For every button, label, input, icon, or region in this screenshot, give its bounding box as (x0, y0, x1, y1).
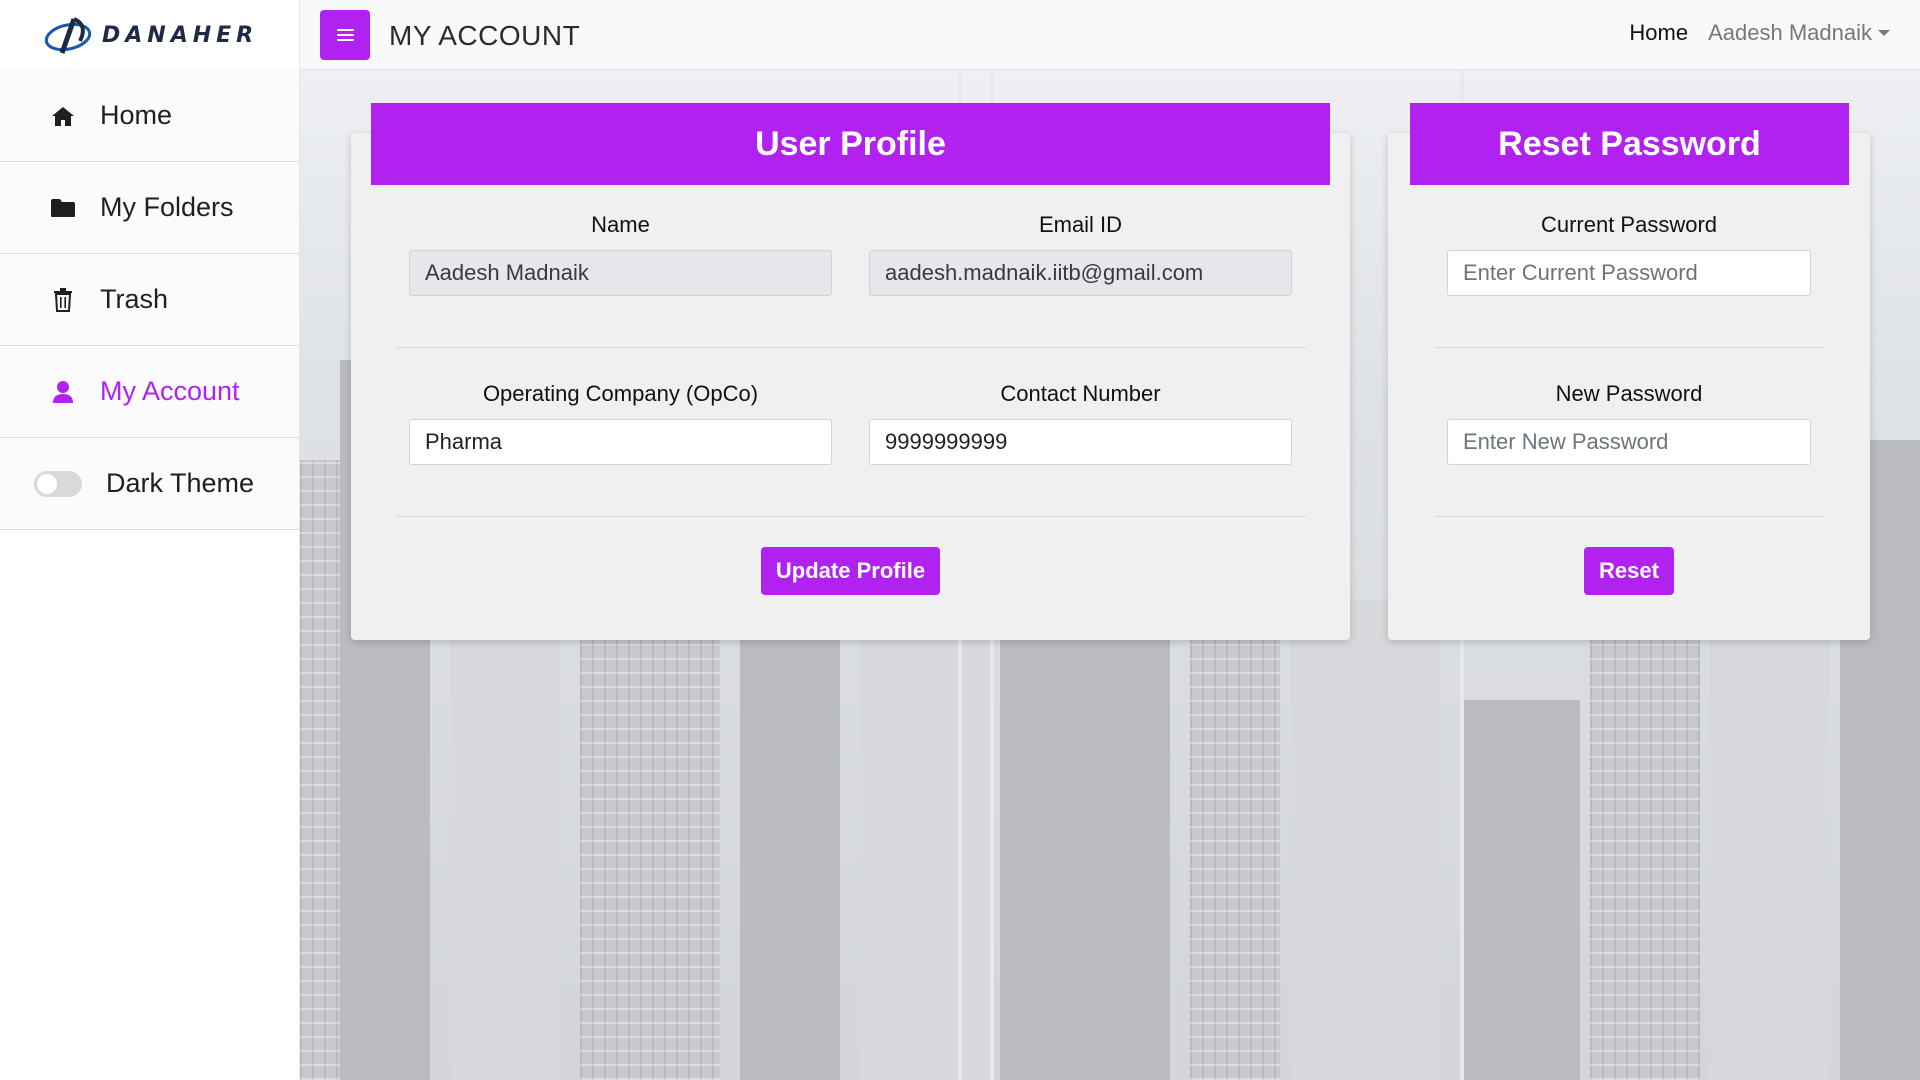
sidebar-item-home[interactable]: Home (0, 70, 299, 162)
home-icon (50, 105, 76, 127)
user-profile-title: User Profile (371, 103, 1330, 185)
folder-icon (50, 198, 76, 218)
email-field[interactable] (869, 250, 1292, 296)
hamburger-icon (336, 26, 354, 44)
current-password-label: Current Password (1540, 212, 1718, 237)
menu-toggle-button[interactable] (320, 10, 370, 60)
opco-label: Operating Company (OpCo) (482, 381, 759, 406)
top-navbar: DANAHER MY ACCOUNT Home Aadesh Madnaik (0, 0, 1920, 70)
brand-name: DANAHER (102, 22, 259, 48)
divider (1435, 516, 1824, 517)
sidebar: Home My Folders Trash My Account Dark Th… (0, 70, 300, 1080)
sidebar-item-dark-theme[interactable]: Dark Theme (0, 438, 299, 530)
brand-logo[interactable]: DANAHER (0, 0, 300, 70)
sidebar-item-trash[interactable]: Trash (0, 254, 299, 346)
nav-home-link[interactable]: Home (1629, 20, 1688, 46)
name-field[interactable] (409, 250, 832, 296)
opco-field[interactable] (409, 419, 832, 465)
caret-down-icon (1878, 30, 1890, 36)
divider (396, 516, 1306, 517)
sidebar-item-label: My Folders (100, 192, 234, 222)
divider (396, 347, 1306, 348)
user-menu-dropdown[interactable]: Aadesh Madnaik (1708, 20, 1890, 46)
user-icon (50, 380, 76, 404)
reset-password-title: Reset Password (1410, 103, 1849, 185)
sidebar-item-label: My Account (100, 376, 240, 406)
new-password-field[interactable] (1447, 419, 1811, 465)
email-label: Email ID (1038, 212, 1123, 237)
sidebar-item-label: Home (100, 100, 173, 130)
name-label: Name (591, 212, 650, 237)
current-password-field[interactable] (1447, 250, 1811, 296)
danaher-logo-icon (44, 17, 92, 54)
sidebar-item-my-folders[interactable]: My Folders (0, 162, 299, 254)
reset-button[interactable]: Reset (1584, 547, 1674, 595)
sidebar-item-label: Trash (100, 284, 169, 314)
contact-number-field[interactable] (869, 419, 1292, 465)
new-password-label: New Password (1555, 381, 1703, 406)
user-name: Aadesh Madnaik (1708, 20, 1872, 45)
sidebar-item-label: Dark Theme (106, 468, 255, 498)
divider (1435, 347, 1824, 348)
update-profile-button[interactable]: Update Profile (761, 547, 940, 595)
page-title: MY ACCOUNT (389, 20, 581, 51)
trash-icon (50, 287, 76, 312)
sidebar-item-my-account[interactable]: My Account (0, 346, 299, 438)
contact-number-label: Contact Number (1000, 381, 1161, 406)
dark-theme-toggle[interactable] (34, 470, 82, 497)
navbar-right: Home Aadesh Madnaik (1629, 20, 1890, 46)
